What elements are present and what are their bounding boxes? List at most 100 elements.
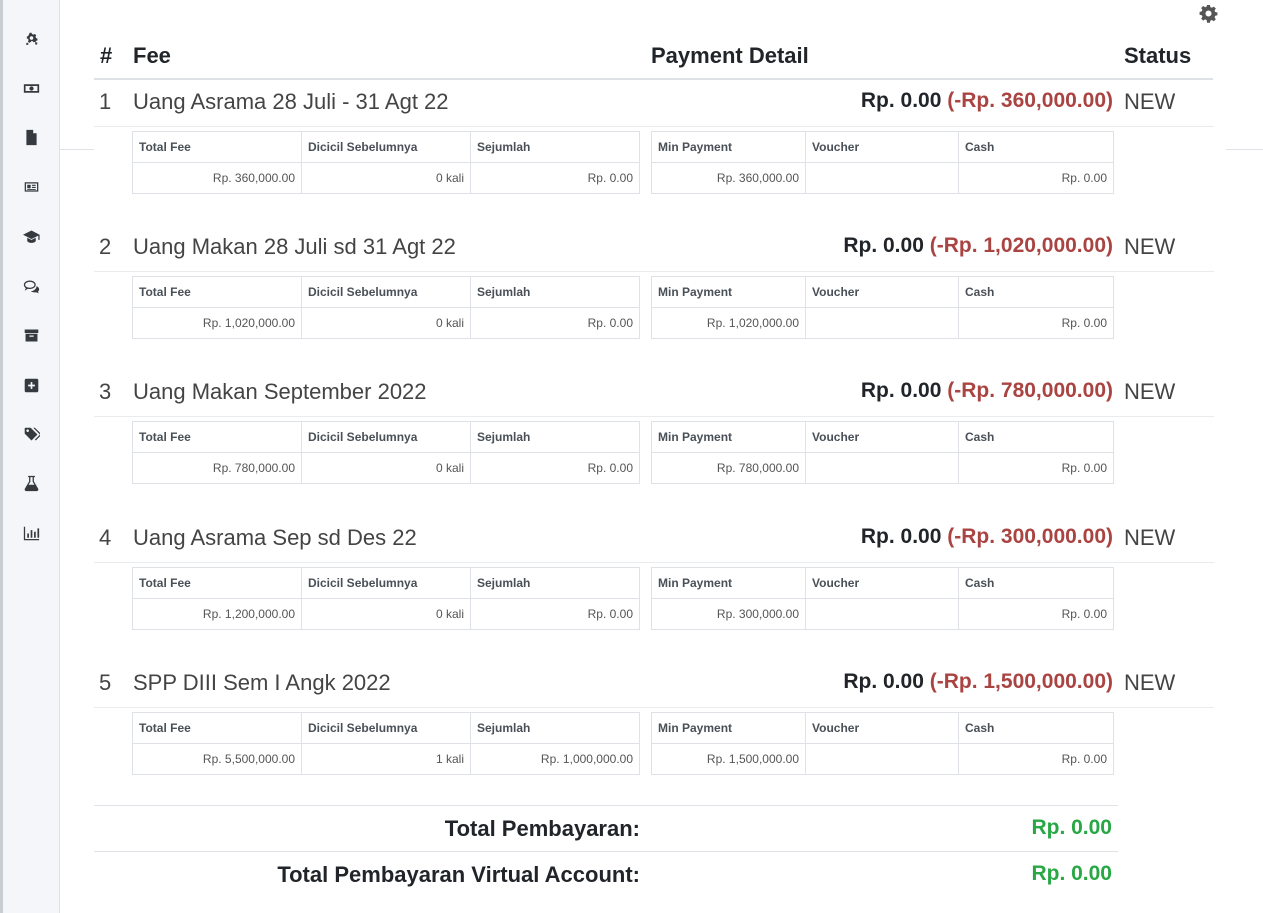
cash-field[interactable]: Rp. 0.00 — [958, 598, 1114, 630]
fee-row[interactable]: 5 SPP DIII Sem I Angk 2022 Rp. 0.00 (-Rp. … — [94, 660, 1214, 708]
totals-section: Total Pembayaran: Rp. 0.00 Total Pembaya… — [94, 805, 1118, 897]
fee-table-header: # Fee Payment Detail Status — [94, 40, 1213, 80]
detail-header-dicicil: Dicicil Sebelumnya — [301, 276, 471, 308]
detail-header-row: Total Fee Dicicil Sebelumnya Sejumlah — [132, 131, 640, 163]
detail-header-dicicil: Dicicil Sebelumnya — [301, 421, 471, 453]
flask-icon — [24, 475, 38, 491]
sejumlah-value: Rp. 0.00 — [470, 598, 640, 630]
fee-number: 1 — [99, 89, 112, 114]
voucher-field[interactable] — [805, 598, 959, 630]
fee-row[interactable]: 2 Uang Makan 28 Juli sd 31 Agt 22 Rp. 0.00… — [94, 224, 1214, 272]
fee-remaining-amount: (-Rp. 300,000.00) — [947, 525, 1113, 548]
fee-detail-table: Total Fee Dicicil Sebelumnya Sejumlah Rp. 7… — [132, 421, 640, 484]
fee-amount: Rp. 0.00 (-Rp. 1,020,000.00) — [843, 234, 1113, 258]
detail-value-row: Rp. 1,200,000.00 0 kali Rp. 0.00 — [132, 598, 640, 630]
payment-header-min-payment: Min Payment — [651, 567, 806, 599]
fee-item: 3 Uang Makan September 2022 Rp. 0.00 (-Rp.… — [94, 369, 1214, 514]
fee-detail-table: Total Fee Dicicil Sebelumnya Sejumlah Rp. 1… — [132, 276, 640, 339]
fee-paid-amount: Rp. 0.00 — [843, 670, 924, 693]
detail-header-row: Total Fee Dicicil Sebelumnya Sejumlah — [132, 276, 640, 308]
sidebar-item-lab[interactable] — [18, 470, 44, 496]
payment-header-voucher: Voucher — [805, 421, 959, 453]
settings-gear-button[interactable] — [1197, 2, 1219, 24]
fee-row[interactable]: 1 Uang Asrama 28 Juli - 31 Agt 22 Rp. 0.00… — [94, 79, 1214, 127]
sidebar-item-payment[interactable] — [18, 75, 44, 101]
payment-header-voucher: Voucher — [805, 131, 959, 163]
sidebar-item-archive[interactable] — [18, 322, 44, 348]
status-badge: NEW — [1124, 670, 1176, 695]
voucher-field[interactable] — [805, 743, 959, 775]
cogs-icon — [25, 32, 37, 45]
voucher-field[interactable] — [805, 162, 959, 194]
voucher-field[interactable] — [805, 307, 959, 339]
fee-paid-amount: Rp. 0.00 — [860, 525, 942, 548]
fee-number: 5 — [99, 670, 112, 695]
dicicil-value: 1 kali — [301, 743, 471, 775]
payment-header-cash: Cash — [958, 421, 1114, 453]
fee-row[interactable]: 3 Uang Makan September 2022 Rp. 0.00 (-Rp.… — [94, 369, 1214, 417]
column-header-status: Status — [1124, 43, 1192, 68]
detail-header-total-fee: Total Fee — [132, 567, 302, 599]
payment-value-row: Rp. 360,000.00 Rp. 0.00 — [651, 162, 1114, 194]
sidebar-item-report[interactable] — [18, 520, 44, 546]
column-header-payment-detail: Payment Detail — [651, 43, 809, 68]
graduation-cap-icon — [22, 230, 40, 243]
total-fee-value: Rp. 1,020,000.00 — [132, 307, 302, 339]
total-fee-value: Rp. 1,200,000.00 — [132, 598, 302, 630]
cash-field[interactable]: Rp. 0.00 — [958, 162, 1114, 194]
fee-name: Uang Asrama Sep sd Des 22 — [133, 525, 417, 550]
sidebar-item-document[interactable] — [18, 124, 44, 150]
payment-header-row: Min Payment Voucher Cash — [651, 712, 1114, 744]
money-bill-icon — [23, 83, 39, 93]
sidebar-item-messages[interactable] — [18, 273, 44, 299]
fee-name: SPP DIII Sem I Angk 2022 — [133, 670, 391, 695]
sidebar-item-academic[interactable] — [18, 223, 44, 249]
sidebar-item-add[interactable] — [18, 372, 44, 398]
detail-header-row: Total Fee Dicicil Sebelumnya Sejumlah — [132, 712, 640, 744]
sidebar-item-news[interactable] — [18, 173, 44, 199]
column-header-number: # — [100, 43, 113, 68]
status-badge: NEW — [1124, 89, 1176, 114]
detail-header-total-fee: Total Fee — [132, 131, 302, 163]
voucher-field[interactable] — [805, 452, 959, 484]
min-payment-value: Rp. 1,020,000.00 — [651, 307, 806, 339]
payment-input-table: Min Payment Voucher Cash Rp. 1,020,000.00 Rp… — [651, 276, 1114, 339]
cash-field[interactable]: Rp. 0.00 — [958, 743, 1114, 775]
fee-remaining-amount: (-Rp. 1,500,000.00) — [929, 670, 1113, 693]
fee-amount: Rp. 0.00 (-Rp. 300,000.00) — [861, 525, 1113, 549]
sejumlah-value: Rp. 0.00 — [470, 162, 640, 194]
sejumlah-value: Rp. 0.00 — [470, 307, 640, 339]
cash-field[interactable]: Rp. 0.00 — [958, 452, 1114, 484]
fee-name: Uang Makan 28 Juli sd 31 Agt 22 — [133, 234, 456, 259]
min-payment-value: Rp. 360,000.00 — [651, 162, 806, 194]
fee-paid-amount: Rp. 0.00 — [860, 89, 942, 112]
total-payment-value: Rp. 0.00 — [1031, 816, 1112, 839]
dicicil-value: 0 kali — [301, 307, 471, 339]
total-va-payment-label: Total Pembayaran Virtual Account: — [277, 862, 640, 887]
payment-value-row: Rp. 300,000.00 Rp. 0.00 — [651, 598, 1114, 630]
detail-value-row: Rp. 780,000.00 0 kali Rp. 0.00 — [132, 452, 640, 484]
payment-header-min-payment: Min Payment — [651, 712, 806, 744]
fee-detail-table: Total Fee Dicicil Sebelumnya Sejumlah Rp. 3… — [132, 131, 640, 194]
fee-remaining-amount: (-Rp. 360,000.00) — [947, 89, 1113, 112]
total-va-payment-row: Total Pembayaran Virtual Account: Rp. 0.… — [94, 851, 1118, 897]
column-header-fee: Fee — [133, 43, 171, 68]
sidebar-item-tags[interactable] — [18, 421, 44, 447]
cash-field[interactable]: Rp. 0.00 — [958, 307, 1114, 339]
fee-number: 3 — [99, 379, 112, 404]
comments-icon — [23, 280, 39, 293]
fee-remaining-amount: (-Rp. 780,000.00) — [947, 379, 1113, 402]
min-payment-value: Rp. 780,000.00 — [651, 452, 806, 484]
sidebar — [0, 0, 60, 913]
payment-header-cash: Cash — [958, 567, 1114, 599]
total-fee-value: Rp. 5,500,000.00 — [132, 743, 302, 775]
sidebar-item-settings[interactable] — [18, 26, 44, 52]
divider — [60, 149, 94, 150]
payment-header-row: Min Payment Voucher Cash — [651, 131, 1114, 163]
fee-row[interactable]: 4 Uang Asrama Sep sd Des 22 Rp. 0.00 (-Rp.… — [94, 515, 1214, 563]
archive-icon — [24, 329, 38, 341]
fee-remaining-amount: (-Rp. 1,020,000.00) — [929, 234, 1113, 257]
payment-header-cash: Cash — [958, 712, 1114, 744]
detail-value-row: Rp. 5,500,000.00 1 kali Rp. 1,000,000.00 — [132, 743, 640, 775]
detail-value-row: Rp. 1,020,000.00 0 kali Rp. 0.00 — [132, 307, 640, 339]
